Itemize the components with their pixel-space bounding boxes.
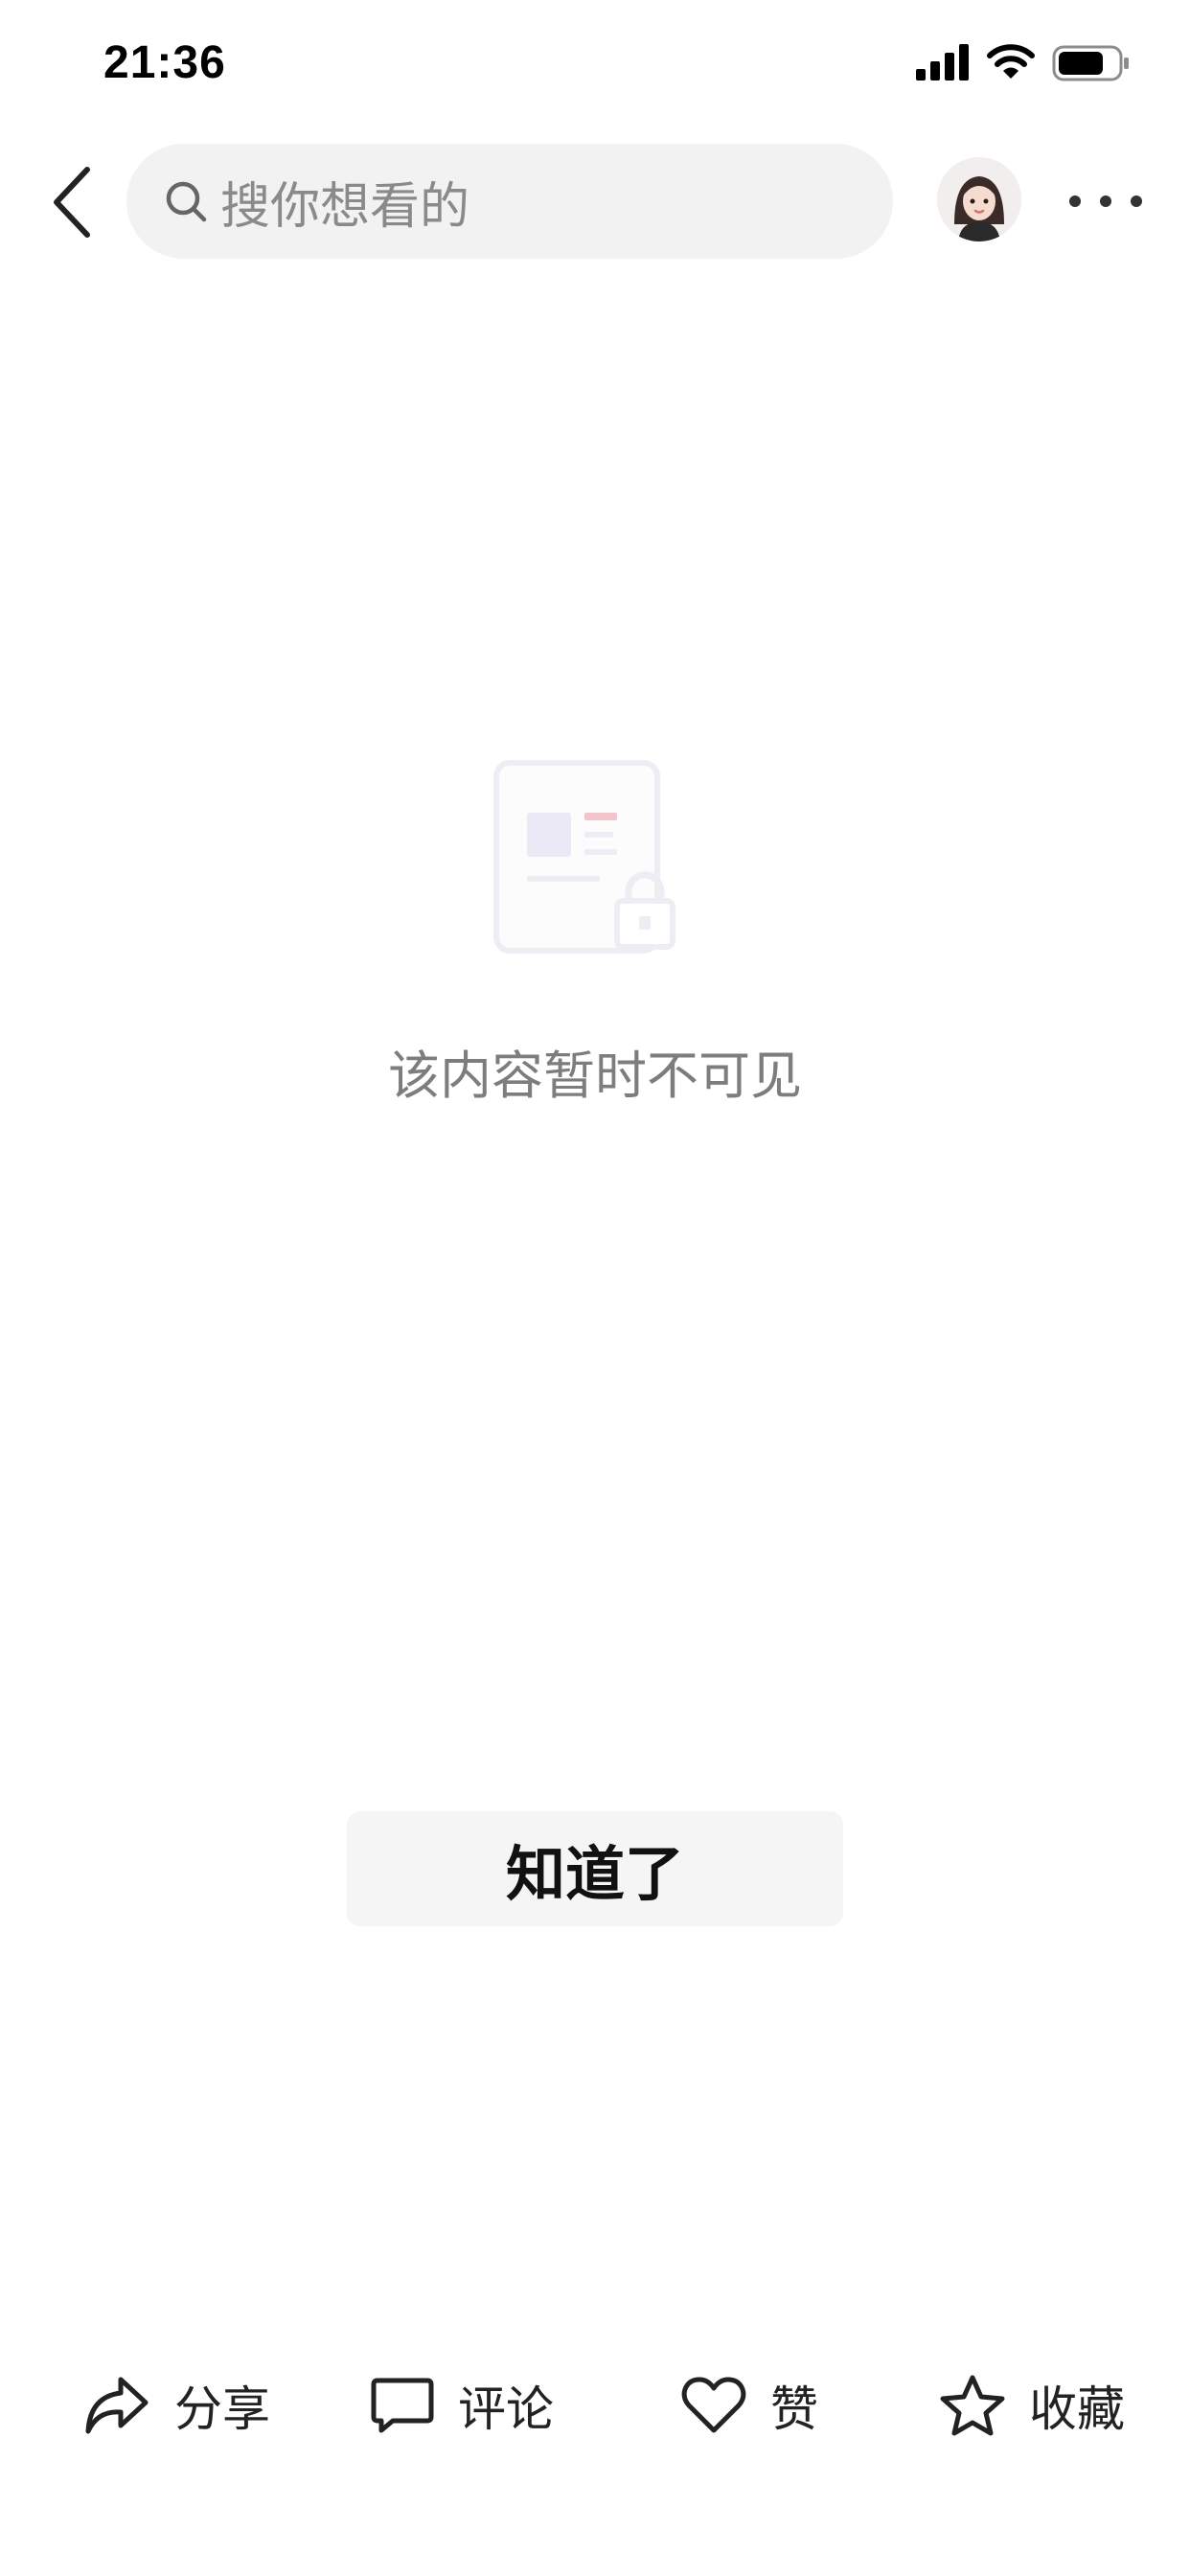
avatar-image [937,157,1021,242]
cellular-signal-icon [916,44,969,80]
more-dot-icon [1069,196,1081,207]
search-icon [166,181,207,222]
battery-icon [1052,45,1129,81]
comment-button[interactable]: 评论 [370,2358,554,2453]
search-input[interactable]: 搜你想看的 [126,144,893,259]
collect-button[interactable]: 收藏 [939,2358,1125,2453]
share-button[interactable]: 分享 [82,2358,270,2453]
like-button[interactable]: 赞 [680,2358,818,2453]
share-icon [85,2377,149,2434]
like-label: 赞 [770,2381,818,2437]
status-bar: 21:36 [0,0,1190,134]
locked-document-icon [493,760,675,954]
avatar[interactable] [937,157,1021,242]
wifi-icon [987,44,1035,79]
collect-label: 收藏 [1029,2381,1125,2437]
more-dot-icon [1131,196,1142,207]
star-icon [940,2375,1005,2436]
screen: 21:36 搜你想看的 该内容暂时不可见 知道了 分享 评论 赞 收藏 [0,0,1190,2576]
chevron-left-icon [54,167,90,238]
acknowledge-button[interactable]: 知道了 [347,1811,843,1926]
empty-state-message: 该内容暂时不可见 [388,1046,802,1106]
back-button[interactable] [38,159,105,245]
more-options-button[interactable] [1064,172,1148,230]
status-time: 21:36 [103,37,226,88]
comment-icon [371,2378,434,2433]
more-dot-icon [1100,196,1111,207]
share-label: 分享 [174,2381,270,2437]
comment-label: 评论 [458,2381,554,2437]
nav-bar: 搜你想看的 [0,134,1190,268]
search-placeholder: 搜你想看的 [220,177,470,236]
bottom-action-bar: 分享 评论 赞 收藏 [0,2358,1190,2453]
heart-icon [681,2377,746,2433]
